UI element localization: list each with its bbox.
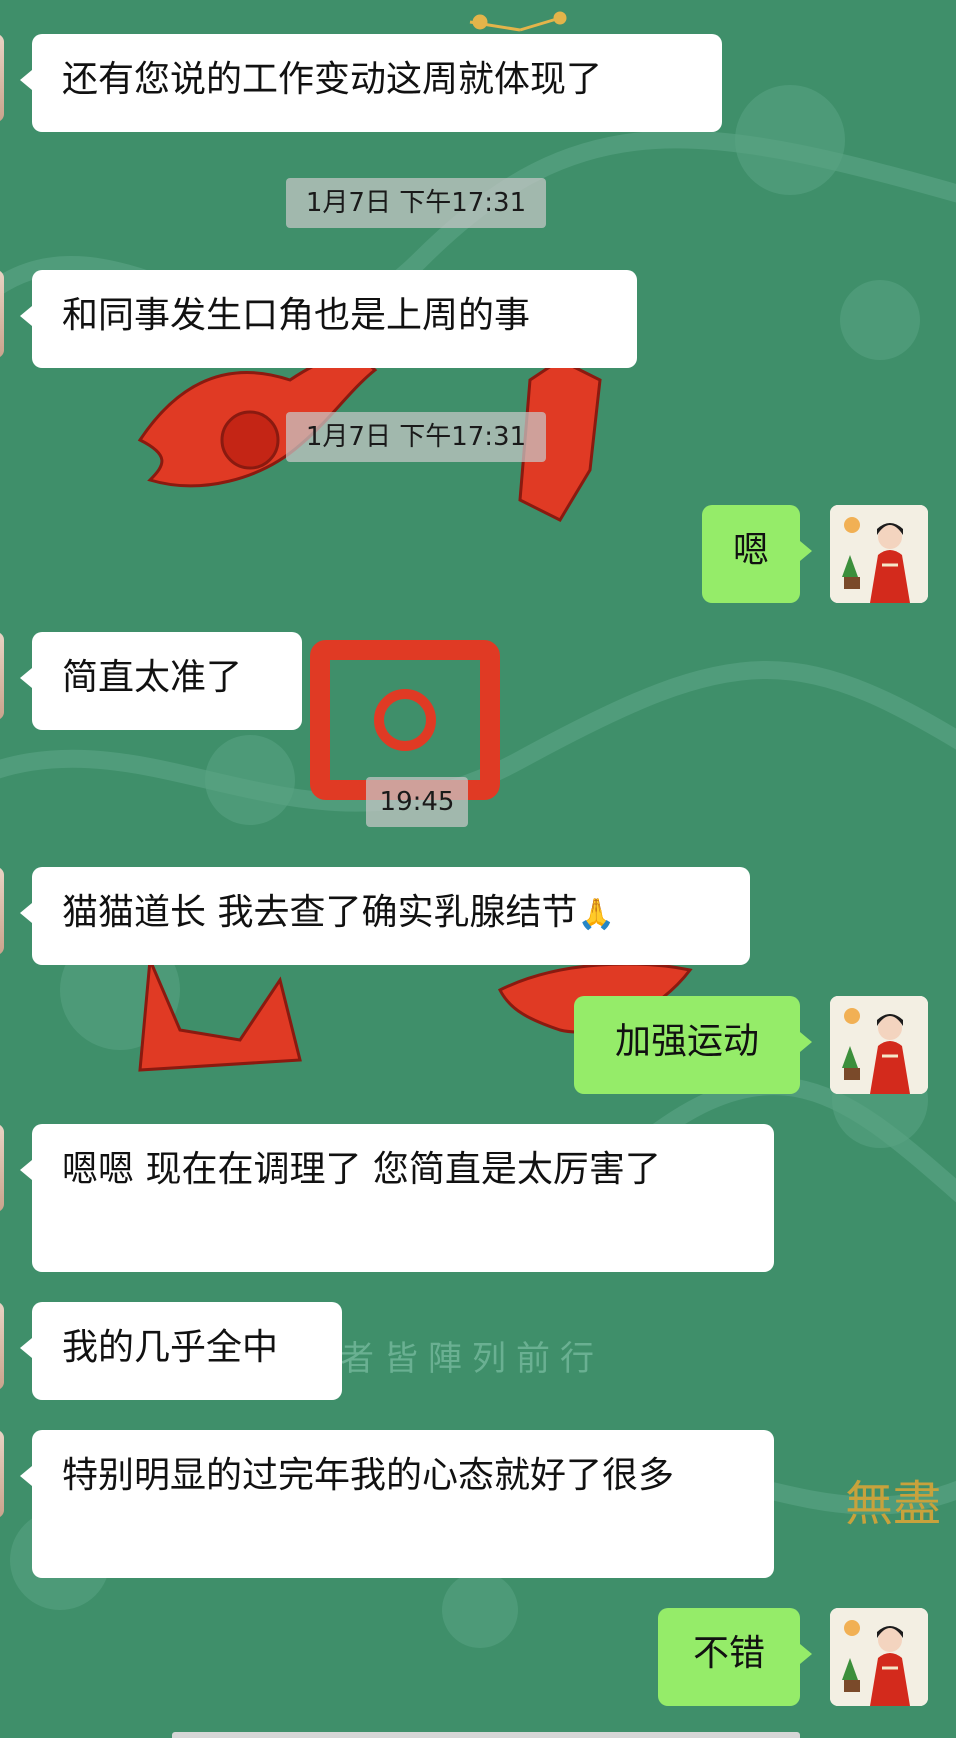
message-bubble[interactable]: 嗯嗯 现在在调理了 您简直是太厉害了 [20, 1124, 774, 1272]
avatar-figure-icon [830, 1608, 928, 1706]
wallpaper-caption: 者皆陣列前行 [340, 1339, 604, 1379]
bottom-edge-bar [172, 1732, 800, 1738]
message-bubble[interactable]: 不错 [658, 1608, 812, 1706]
avatar-figure-icon [830, 996, 928, 1094]
message-bubble[interactable]: 加强运动 [574, 996, 812, 1094]
wallpaper-seal: 無盡 [845, 1476, 941, 1532]
avatar[interactable] [0, 270, 4, 358]
avatar[interactable] [0, 867, 4, 955]
avatar[interactable] [830, 996, 928, 1094]
avatar[interactable] [830, 1608, 928, 1706]
timestamp: 19:45 [366, 777, 468, 827]
avatar[interactable] [830, 505, 928, 603]
message-bubble[interactable]: 还有您说的工作变动这周就体现了 [20, 34, 722, 132]
avatar[interactable] [0, 1124, 4, 1212]
message-bubble[interactable]: 嗯 [702, 505, 812, 603]
avatar[interactable] [0, 632, 4, 720]
avatar[interactable] [0, 1430, 4, 1518]
message-bubble[interactable]: 特别明显的过完年我的心态就好了很多 [20, 1430, 774, 1578]
avatar[interactable] [0, 34, 4, 122]
message-bubble[interactable]: 我的几乎全中 [20, 1302, 342, 1400]
message-text: 猫猫道长 我去查了确实乳腺结节 [62, 892, 578, 933]
message-bubble[interactable]: 猫猫道长 我去查了确实乳腺结节🙏 [20, 867, 750, 965]
timestamp: 1月7日 下午17:31 [286, 178, 546, 228]
prayer-hands-icon: 🙏 [577, 897, 615, 932]
timestamp: 1月7日 下午17:31 [286, 412, 546, 462]
avatar[interactable] [0, 1302, 4, 1390]
avatar-figure-icon [830, 505, 928, 603]
message-bubble[interactable]: 和同事发生口角也是上周的事 [20, 270, 637, 368]
message-bubble[interactable]: 简直太准了 [20, 632, 302, 730]
